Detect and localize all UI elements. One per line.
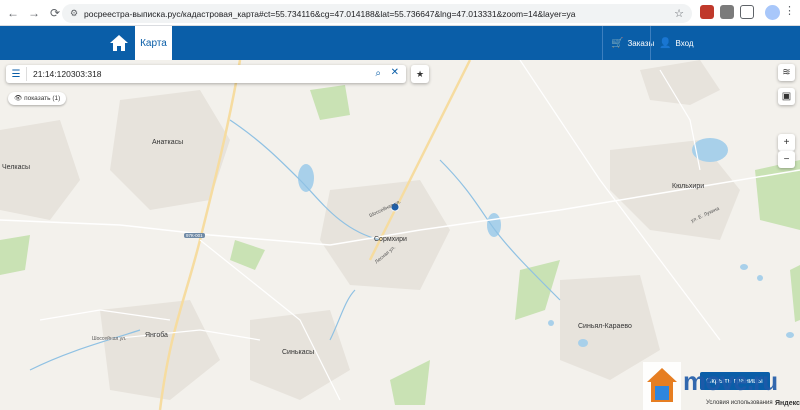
minus-icon: −: [783, 154, 790, 165]
eye-icon: 👁: [14, 95, 25, 102]
bookmark-star-icon[interactable]: ☆: [674, 7, 684, 20]
yandex-logo: Яндекс: [775, 400, 800, 407]
street-label: Шоссейная ул.: [92, 336, 127, 342]
terms-link[interactable]: Условия использования: [706, 400, 773, 406]
site-info-icon[interactable]: ⚙: [70, 8, 84, 19]
extension-icon[interactable]: [700, 5, 714, 19]
menu-icon[interactable]: ☰: [6, 69, 26, 80]
place-label: Синьял-Караево: [578, 323, 632, 330]
show-results-label: показать (1): [24, 95, 61, 102]
place-label: Челкасы: [2, 164, 31, 171]
home-icon[interactable]: [108, 32, 130, 54]
layers-button[interactable]: ≋: [778, 64, 795, 81]
show-results-button[interactable]: 👁 показать (1): [8, 92, 67, 105]
extension-icon[interactable]: [720, 5, 734, 19]
browser-menu-icon[interactable]: ⋮: [784, 4, 795, 17]
place-label: Синькасы: [282, 349, 315, 356]
place-label: Сормхири: [374, 236, 407, 243]
map-canvas[interactable]: Анаткасы Челкасы Сормхири Кюльхири Янгоб…: [0, 60, 800, 410]
star-icon: ★: [415, 69, 425, 79]
place-label: Кюльхири: [672, 183, 705, 190]
search-icon[interactable]: ⌕: [375, 68, 381, 79]
back-icon[interactable]: ←: [5, 5, 21, 21]
app-header: Карта 🛒 Заказы 👤 Вход: [0, 26, 800, 60]
reload-icon[interactable]: ⟳: [47, 5, 63, 21]
cadastral-search-bar: ☰ ⌕ ✕: [6, 65, 406, 83]
login-link[interactable]: 👤 Вход: [650, 26, 694, 60]
address-bar[interactable]: ⚙ росреестра-выписка.рус/кадастровая_кар…: [62, 4, 692, 23]
panel-icon: ▣: [781, 91, 792, 102]
login-label: Вход: [675, 38, 694, 48]
road-number-badge: 97К-001: [184, 233, 205, 238]
search-input[interactable]: [26, 67, 356, 81]
profile-avatar[interactable]: [765, 5, 780, 20]
browser-toolbar: ← → ⟳ ⚙ росреестра-выписка.рус/кадастров…: [0, 0, 800, 26]
tab-map-label: Карта: [140, 37, 167, 49]
url-text: росреестра-выписка.рус/кадастровая_карта…: [84, 8, 576, 19]
cart-icon: 🛒: [611, 37, 624, 49]
plus-icon: +: [783, 137, 790, 148]
tab-map[interactable]: Карта: [135, 26, 172, 60]
extensions-puzzle-icon[interactable]: [740, 5, 754, 19]
place-label: Анаткасы: [152, 139, 184, 146]
forward-icon[interactable]: →: [26, 5, 42, 21]
favorite-button[interactable]: ★: [411, 65, 429, 83]
place-label: Янгоба: [145, 332, 168, 339]
orders-link[interactable]: 🛒 Заказы: [602, 26, 654, 60]
watermark-text: move.ru: [683, 366, 778, 396]
zoom-in-button[interactable]: +: [778, 134, 795, 151]
user-icon: 👤: [659, 37, 672, 49]
layers-icon: ≋: [782, 67, 791, 78]
map-graphics: [0, 60, 800, 410]
clear-icon[interactable]: ✕: [391, 67, 399, 78]
panel-toggle-button[interactable]: ▣: [778, 88, 795, 105]
zoom-out-button[interactable]: −: [778, 151, 795, 168]
